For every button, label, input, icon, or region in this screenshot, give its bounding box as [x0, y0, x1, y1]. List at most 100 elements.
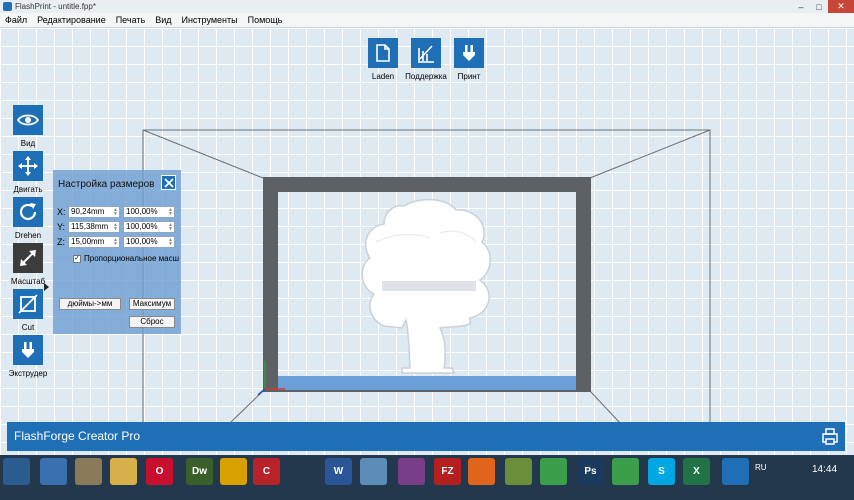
scale-icon [13, 243, 43, 273]
menu-edit[interactable]: Редактирование [32, 15, 111, 25]
firefox-icon[interactable] [468, 458, 495, 485]
close-window-button[interactable]: ✕ [828, 0, 854, 13]
spin-arrows-icon[interactable]: ▲ ▼ [168, 208, 173, 217]
proportional-scale-label: Пропорциональное масш [84, 254, 179, 263]
system-clock[interactable]: 14:44 [812, 464, 837, 475]
print-button[interactable]: Принт [448, 38, 490, 81]
support-icon [411, 38, 441, 68]
inch-to-mm-button[interactable]: дюймы->мм [59, 298, 121, 310]
scale-row-y: Y: 115,38mm ▲ ▼ 100,00% ▲ ▼ [57, 221, 175, 233]
scale-panel-title: Настройка размеров [58, 179, 155, 190]
y-percent-input[interactable]: 100,00% ▲ ▼ [123, 221, 175, 233]
spin-arrows-icon[interactable]: ▲ ▼ [113, 208, 118, 217]
reset-scale-button[interactable]: Сброс [129, 316, 175, 328]
ccleaner-icon[interactable]: C [253, 458, 280, 485]
menu-help[interactable]: Помощь [243, 15, 288, 25]
tool-scale[interactable]: Масштаб [8, 243, 48, 286]
explorer-icon[interactable] [110, 458, 137, 485]
tool-extruder[interactable]: Экструдер [8, 335, 48, 378]
spin-arrows-icon[interactable]: ▲ ▼ [113, 223, 118, 232]
windows-taskbar: O Dw C W FZ Ps S X RU 14:44 [0, 455, 854, 500]
spin-arrows-icon[interactable]: ▲ ▼ [168, 223, 173, 232]
word-icon[interactable]: W [325, 458, 352, 485]
excel-icon[interactable]: X [683, 458, 710, 485]
spin-arrows-icon[interactable]: ▲ ▼ [168, 238, 173, 247]
eye-icon [13, 105, 43, 135]
print-icon [454, 38, 484, 68]
z-size-input[interactable]: 15,00mm ▲ ▼ [68, 236, 120, 248]
chart-app-icon[interactable] [505, 458, 532, 485]
x-percent-value: 100,00% [126, 207, 158, 216]
cut-icon [13, 289, 43, 319]
x-percent-input[interactable]: 100,00% ▲ ▼ [123, 206, 175, 218]
menu-file[interactable]: Файл [0, 15, 32, 25]
x-axis-label: X: [57, 207, 66, 217]
window-controls: – □ ✕ [792, 0, 854, 13]
file-icon [368, 38, 398, 68]
tool-extruder-label: Экструдер [8, 369, 48, 378]
language-indicator[interactable]: RU [755, 463, 767, 472]
tool-cut[interactable]: Cut [8, 289, 48, 332]
tool-view-label: Вид [20, 139, 36, 148]
paint-icon[interactable] [75, 458, 102, 485]
y-size-value: 115,38mm [71, 222, 109, 231]
status-bar: FlashForge Creator Pro [7, 422, 845, 451]
load-button[interactable]: Laden [362, 38, 404, 81]
maximize-button[interactable]: □ [810, 0, 828, 13]
tool-move[interactable]: Двигать [8, 151, 48, 194]
maximize-scale-button[interactable]: Максимум [129, 298, 175, 310]
rotate-icon [13, 197, 43, 227]
tool-rotate[interactable]: Drehen [8, 197, 48, 240]
print-label: Принт [457, 72, 481, 81]
filezilla-icon[interactable]: FZ [434, 458, 461, 485]
window-title: FlashPrint - untitle.fpp* [15, 2, 96, 11]
y-percent-value: 100,00% [126, 222, 158, 231]
flashprint-app-icon [3, 2, 12, 11]
menu-view[interactable]: Вид [150, 15, 176, 25]
printer-status-icon[interactable] [820, 426, 840, 446]
tool-rotate-label: Drehen [14, 231, 42, 240]
proportional-scale-checkbox[interactable]: ✓ [73, 254, 81, 263]
tool-cut-label: Cut [21, 323, 35, 332]
skype-icon[interactable]: S [648, 458, 675, 485]
chrome-icon[interactable] [540, 458, 567, 485]
chrome-icon-2[interactable] [612, 458, 639, 485]
printer-name: FlashForge Creator Pro [14, 429, 141, 443]
tool-view[interactable]: Вид [8, 105, 48, 148]
z-axis-label: Z: [57, 237, 65, 247]
opera-icon[interactable]: O [146, 458, 173, 485]
windows-start-icon[interactable] [3, 458, 30, 485]
z-percent-value: 100,00% [126, 237, 158, 246]
scale-panel-close-button[interactable] [161, 175, 176, 190]
minimize-button[interactable]: – [792, 0, 810, 13]
support-button[interactable]: Поддержка [405, 38, 447, 81]
menu-print[interactable]: Печать [111, 15, 150, 25]
menu-tools[interactable]: Инструменты [176, 15, 242, 25]
scale-row-z: Z: 15,00mm ▲ ▼ 100,00% ▲ ▼ [57, 236, 175, 248]
scale-panel: Настройка размеров X: 90,24mm ▲ ▼ 100,00% ▲… [53, 170, 181, 334]
3d-viewport[interactable]: Laden Поддержка Принт Вид Двигать Drehen [0, 28, 854, 455]
tree-model[interactable] [361, 198, 491, 374]
photoshop-icon[interactable]: Ps [577, 458, 604, 485]
load-label: Laden [371, 72, 395, 81]
x-size-input[interactable]: 90,24mm ▲ ▼ [68, 206, 120, 218]
proportional-scale-option[interactable]: ✓ Пропорциональное масш [73, 254, 179, 263]
warning-app-icon[interactable] [220, 458, 247, 485]
z-size-value: 15,00mm [71, 237, 105, 246]
notepad-icon[interactable] [360, 458, 387, 485]
extruder-icon [13, 335, 43, 365]
move-icon [13, 151, 43, 181]
winrar-icon[interactable] [398, 458, 425, 485]
tool-scale-label: Масштаб [10, 277, 46, 286]
spin-arrows-icon[interactable]: ▲ ▼ [113, 238, 118, 247]
y-axis-label: Y: [57, 222, 66, 232]
menu-bar: Файл Редактирование Печать Вид Инструмен… [0, 13, 854, 28]
scale-row-x: X: 90,24mm ▲ ▼ 100,00% ▲ ▼ [57, 206, 175, 218]
z-percent-input[interactable]: 100,00% ▲ ▼ [123, 236, 175, 248]
y-size-input[interactable]: 115,38mm ▲ ▼ [68, 221, 120, 233]
close-icon [163, 177, 174, 188]
dreamweaver-icon[interactable]: Dw [186, 458, 213, 485]
title-bar: FlashPrint - untitle.fpp* – □ ✕ [0, 0, 854, 13]
lock-icon[interactable] [40, 458, 67, 485]
flashprint-icon[interactable] [722, 458, 749, 485]
